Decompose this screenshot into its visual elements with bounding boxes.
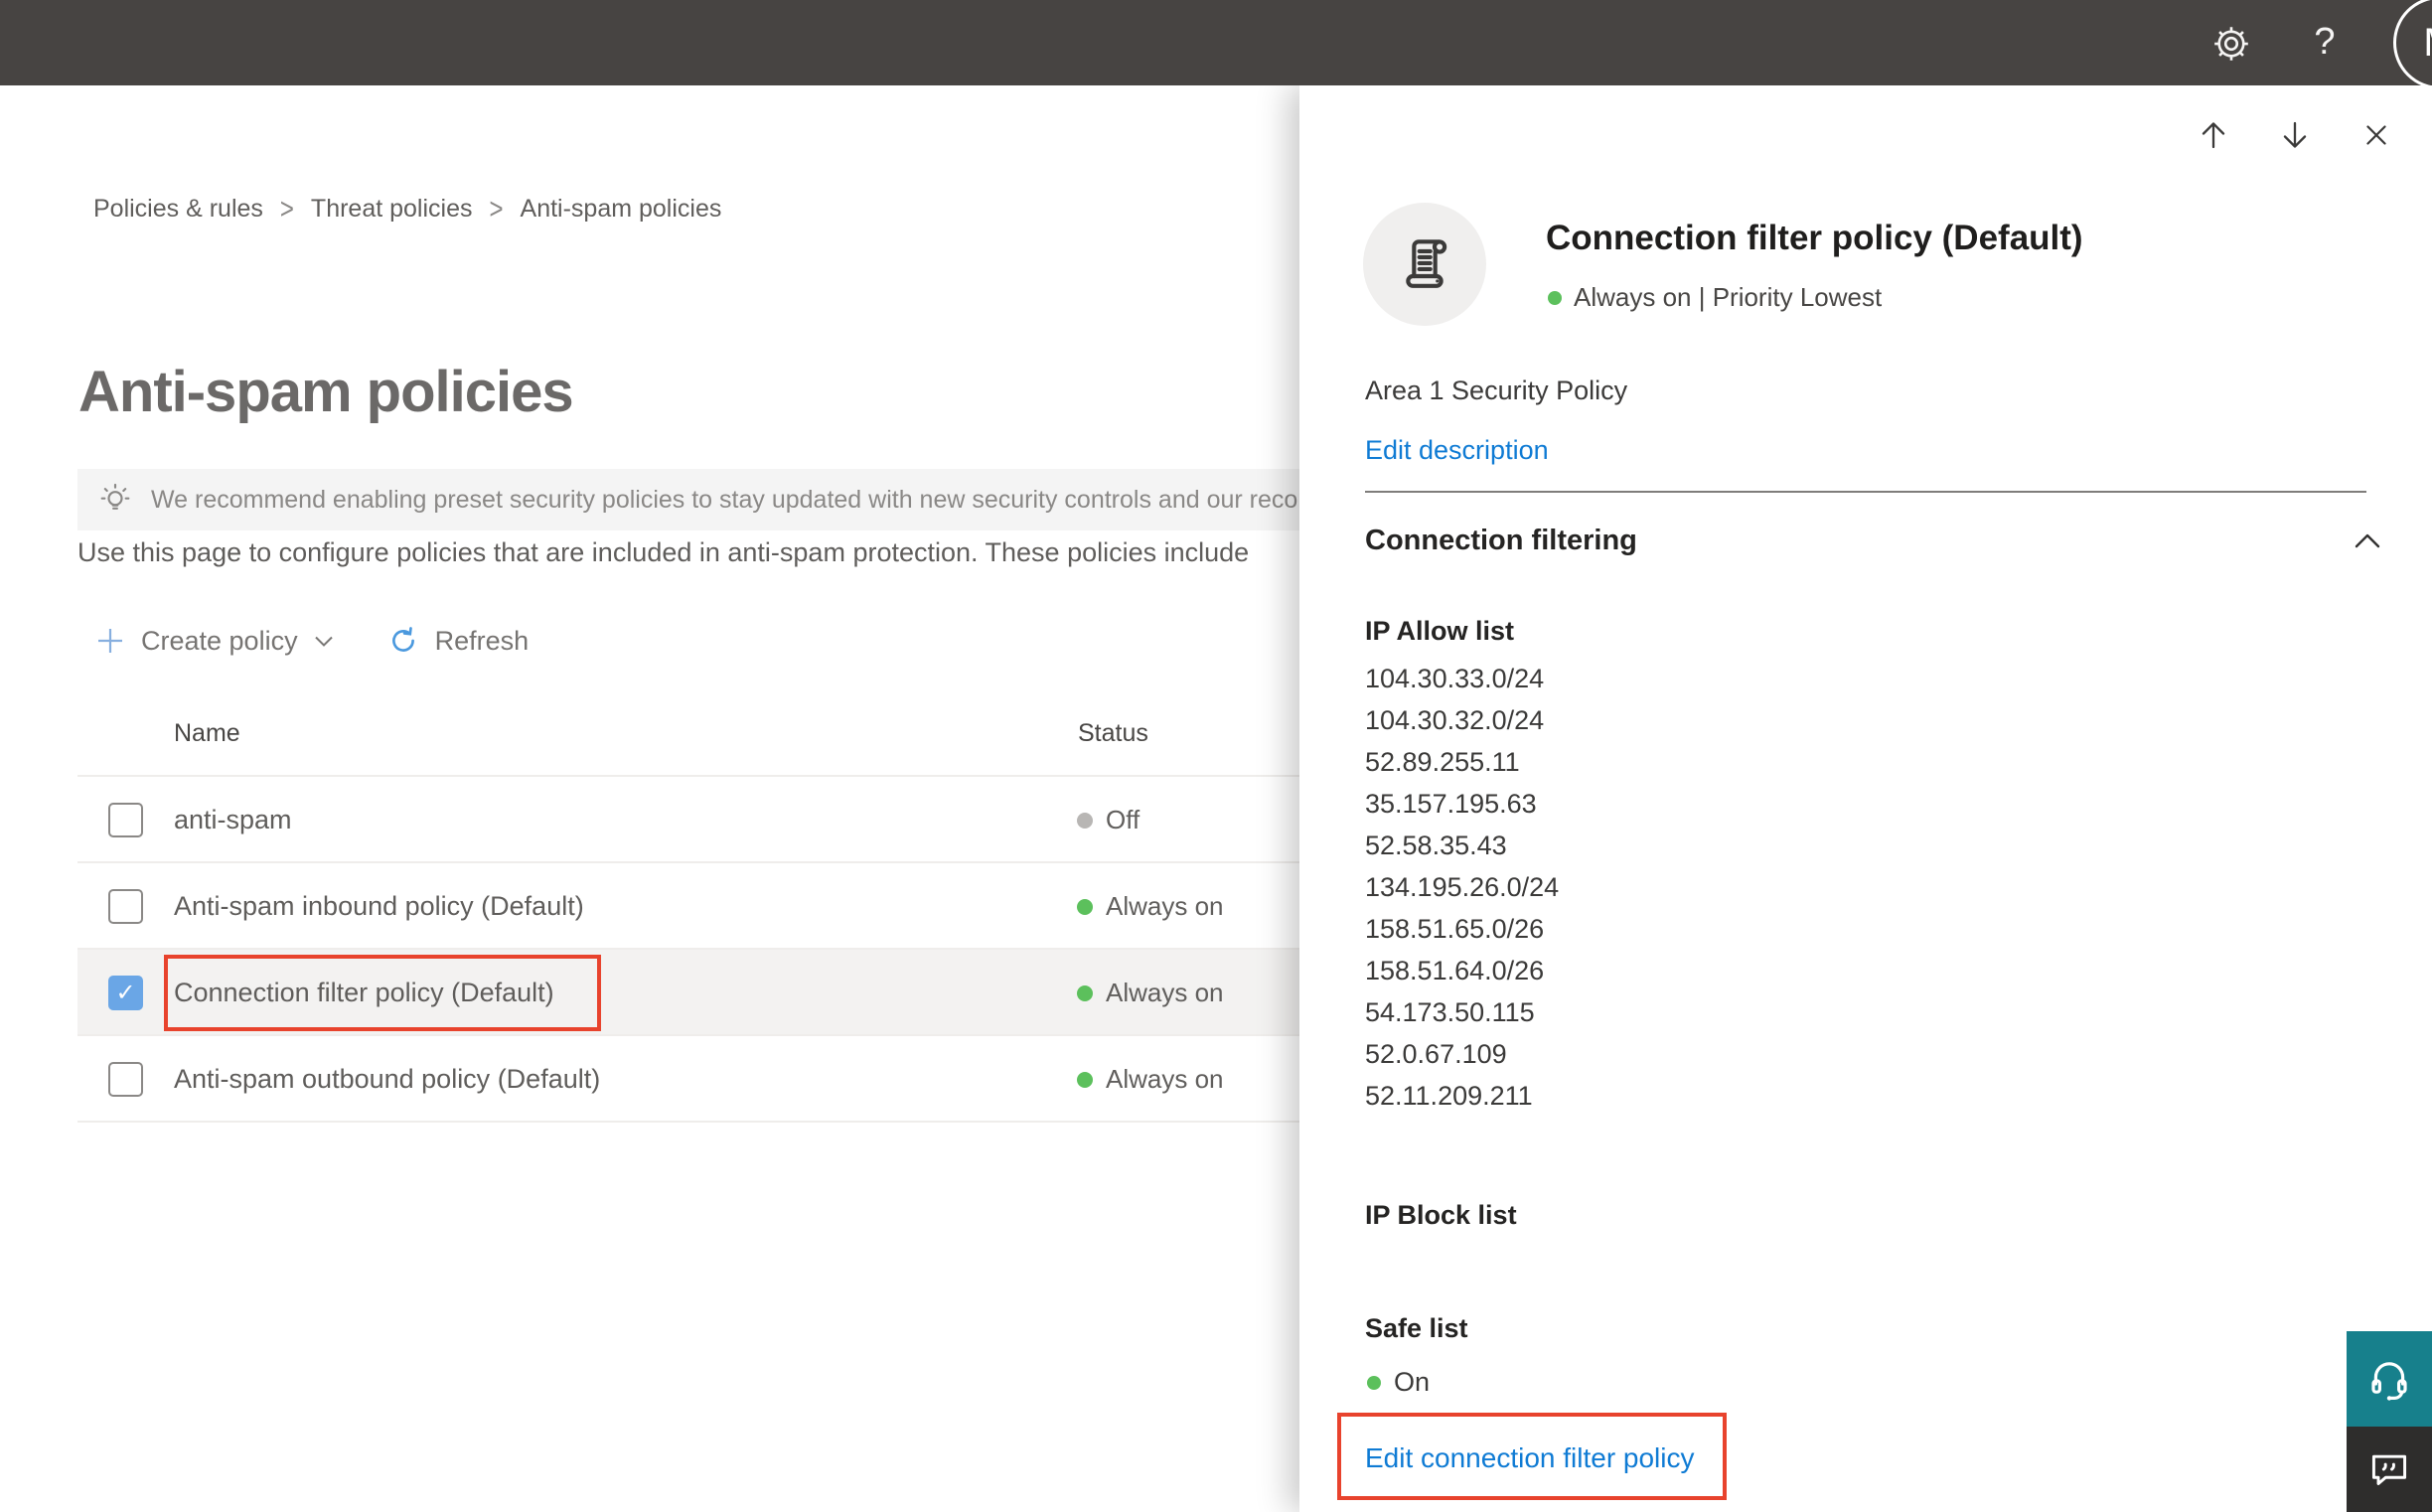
- status-label: Always on: [1106, 1064, 1224, 1094]
- breadcrumb: Policies & rules > Threat policies > Ant…: [93, 192, 722, 226]
- policy-badge: [1363, 203, 1486, 326]
- ip-entry: 54.173.50.115: [1365, 997, 1535, 1027]
- row-checkbox-checked[interactable]: ✓: [108, 976, 143, 1010]
- ip-allow-list: 104.30.33.0/24 104.30.32.0/24 52.89.255.…: [1365, 658, 1559, 1117]
- section-connection-filtering[interactable]: Connection filtering: [1365, 525, 1637, 557]
- arrow-down-icon: [2276, 116, 2314, 154]
- status-dot-on: [1077, 984, 1093, 1001]
- ip-entry: 35.157.195.63: [1365, 789, 1537, 819]
- checkmark-icon: ✓: [115, 980, 136, 1006]
- account-avatar[interactable]: M: [2393, 0, 2432, 89]
- next-item-button[interactable]: [2275, 115, 2315, 155]
- lightbulb-icon: [95, 480, 135, 520]
- status-cell: Always on: [1077, 950, 1224, 1036]
- policy-name[interactable]: Connection filter policy (Default): [174, 950, 554, 1036]
- status-label: Off: [1106, 805, 1140, 834]
- chevron-down-icon: [314, 635, 334, 648]
- status-cell: Always on: [1077, 863, 1224, 950]
- ip-entry: 52.89.255.11: [1365, 747, 1520, 777]
- table-row-anti-spam[interactable]: anti-spam Off: [77, 777, 1299, 863]
- breadcrumb-current-page: Anti-spam policies: [520, 195, 722, 223]
- scroll-policy-icon: [1393, 232, 1456, 296]
- headset-icon: [2365, 1355, 2413, 1403]
- speech-bubble-icon: [2367, 1447, 2411, 1491]
- refresh-button[interactable]: Refresh: [387, 625, 530, 657]
- status-dot-off: [1077, 812, 1093, 829]
- row-checkbox[interactable]: [108, 889, 143, 924]
- chevron-right-icon: >: [279, 192, 294, 226]
- breadcrumb-policies-rules[interactable]: Policies & rules: [93, 195, 263, 224]
- ip-entry: 52.11.209.211: [1365, 1081, 1533, 1111]
- status-dot-on: [1548, 290, 1562, 305]
- status-dot-on: [1077, 1071, 1093, 1088]
- ip-entry: 52.0.67.109: [1365, 1039, 1507, 1069]
- close-icon: [2358, 117, 2394, 153]
- flyout-status: Always on | Priority Lowest: [1548, 282, 1882, 313]
- banner-text: We recommend enabling preset security po…: [151, 485, 1299, 514]
- chevron-up-icon[interactable]: [2355, 532, 2380, 553]
- policy-description: Area 1 Security Policy: [1365, 376, 1628, 405]
- section-divider: [1365, 491, 2366, 493]
- safe-list-status: On: [1367, 1367, 1430, 1398]
- create-policy-label: Create policy: [141, 625, 298, 656]
- page-intro-text: Use this page to configure policies that…: [77, 537, 1250, 567]
- command-bar: Create policy Refresh: [95, 616, 529, 666]
- flyout-title: Connection filter policy (Default): [1546, 219, 2083, 257]
- refresh-label: Refresh: [434, 625, 530, 656]
- status-dot-on: [1077, 898, 1093, 915]
- avatar-initial: M: [2423, 21, 2432, 66]
- safe-list-label: Safe list: [1365, 1313, 1468, 1343]
- refresh-icon: [387, 625, 419, 657]
- edit-connection-filter-policy-link[interactable]: Edit connection filter policy: [1365, 1442, 1695, 1474]
- create-policy-button[interactable]: Create policy: [95, 626, 334, 657]
- previous-item-button[interactable]: [2194, 115, 2233, 155]
- top-app-bar: ? M: [0, 0, 2432, 89]
- policy-name[interactable]: anti-spam: [174, 777, 292, 863]
- plus-icon: [95, 626, 125, 656]
- ip-entry: 104.30.33.0/24: [1365, 664, 1545, 693]
- policy-name[interactable]: Anti-spam inbound policy (Default): [174, 863, 584, 950]
- policy-details-flyout: Connection filter policy (Default) Alway…: [1299, 85, 2432, 1512]
- recommendation-banner: We recommend enabling preset security po…: [77, 469, 1299, 530]
- ip-allow-list-label: IP Allow list: [1365, 616, 1515, 646]
- flyout-status-label: Always on | Priority Lowest: [1574, 282, 1883, 312]
- gear-icon: [2210, 23, 2252, 65]
- ip-entry: 134.195.26.0/24: [1365, 872, 1560, 902]
- status-dot-on: [1367, 1375, 1381, 1390]
- edit-description-link[interactable]: Edit description: [1365, 435, 1549, 466]
- policy-name[interactable]: Anti-spam outbound policy (Default): [174, 1036, 600, 1123]
- support-button[interactable]: [2347, 1331, 2432, 1427]
- status-cell: Off: [1077, 777, 1140, 863]
- breadcrumb-threat-policies[interactable]: Threat policies: [311, 195, 473, 224]
- chevron-right-icon: >: [489, 192, 504, 226]
- row-checkbox[interactable]: [108, 1062, 143, 1097]
- ip-entry: 158.51.65.0/26: [1365, 914, 1545, 944]
- column-header-status[interactable]: Status: [1078, 719, 1148, 748]
- table-row-outbound-policy[interactable]: Anti-spam outbound policy (Default) Alwa…: [77, 1036, 1299, 1123]
- status-label: Always on: [1106, 891, 1224, 921]
- status-cell: Always on: [1077, 1036, 1224, 1123]
- ip-entry: 52.58.35.43: [1365, 831, 1507, 860]
- feedback-button[interactable]: [2347, 1427, 2432, 1512]
- question-mark-icon: ?: [2314, 20, 2336, 63]
- table-row-connection-filter-policy[interactable]: ✓ Connection filter policy (Default) Alw…: [77, 950, 1299, 1036]
- table-row-inbound-policy[interactable]: Anti-spam inbound policy (Default) Alway…: [77, 863, 1299, 950]
- flyout-nav: [2194, 115, 2396, 155]
- ip-entry: 158.51.64.0/26: [1365, 956, 1545, 985]
- policy-table: anti-spam Off Anti-spam inbound policy (…: [77, 775, 1299, 1123]
- ip-entry: 104.30.32.0/24: [1365, 705, 1545, 735]
- settings-button[interactable]: [2204, 16, 2259, 72]
- row-checkbox[interactable]: [108, 803, 143, 837]
- screen: ? M Policies & rules > Threat policies >…: [0, 0, 2432, 1512]
- column-header-name[interactable]: Name: [174, 719, 240, 748]
- status-label: Always on: [1106, 978, 1224, 1007]
- ip-block-list-label: IP Block list: [1365, 1200, 1517, 1230]
- page-title: Anti-spam policies: [78, 359, 574, 424]
- close-flyout-button[interactable]: [2356, 115, 2396, 155]
- safe-list-status-label: On: [1394, 1367, 1431, 1397]
- arrow-up-icon: [2195, 116, 2232, 154]
- help-button[interactable]: ?: [2297, 14, 2353, 70]
